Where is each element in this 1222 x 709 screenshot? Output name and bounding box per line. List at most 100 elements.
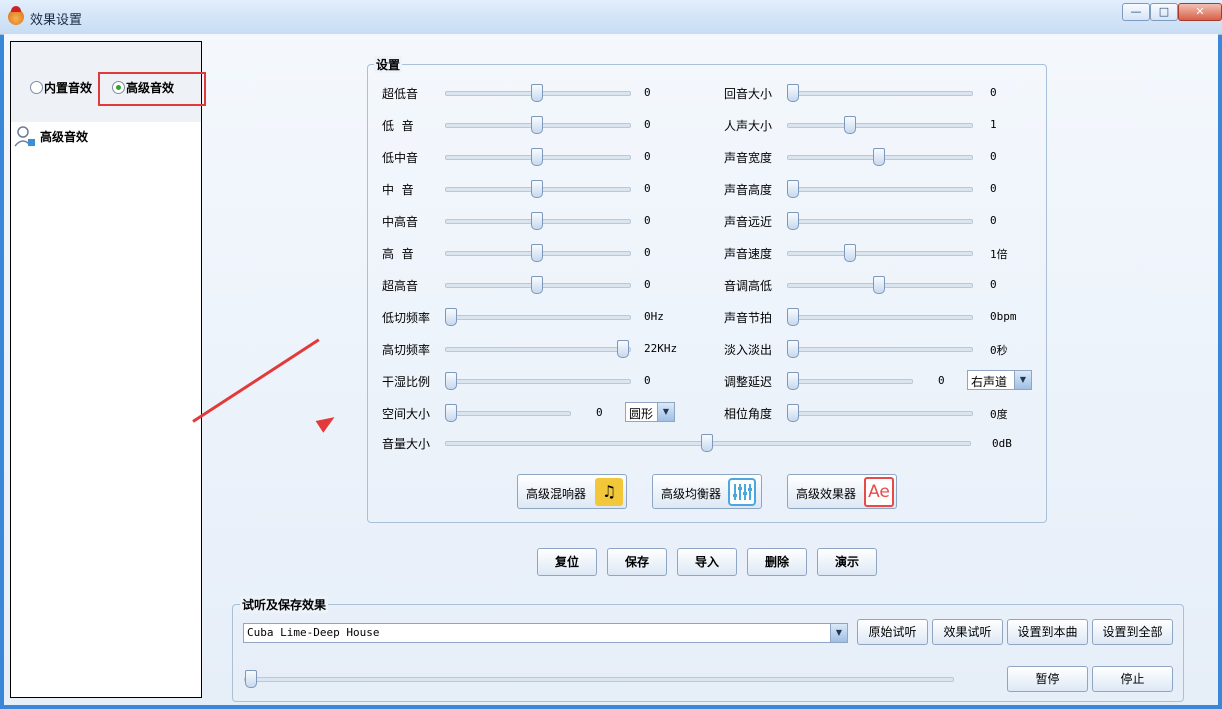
effect-preview-button[interactable]: 效果试听 xyxy=(932,619,1003,645)
right-slider-value: 0 xyxy=(990,214,997,227)
left-slider-thumb[interactable] xyxy=(531,180,543,198)
left-slider-label: 空间大小 xyxy=(382,407,431,421)
right-slider-track[interactable] xyxy=(787,411,973,416)
left-slider-thumb[interactable] xyxy=(531,244,543,262)
right-slider-value: 1 xyxy=(990,118,997,131)
right-slider-label: 音调高低 xyxy=(724,279,773,293)
apply-to-all-button[interactable]: 设置到全部 xyxy=(1092,619,1173,645)
song-select[interactable]: Cuba Lime-Deep House ▼ xyxy=(243,623,848,643)
settings-group xyxy=(367,64,1047,523)
volume-thumb[interactable] xyxy=(701,434,713,452)
left-slider-thumb[interactable] xyxy=(531,276,543,294)
close-button[interactable]: ✕ xyxy=(1178,3,1222,21)
pause-button[interactable]: 暂停 xyxy=(1007,666,1088,692)
equalizer-button[interactable]: 高级均衡器 xyxy=(652,474,762,509)
left-slider-label: 低切频率 xyxy=(382,311,431,325)
left-slider-thumb[interactable] xyxy=(531,116,543,134)
song-value: Cuba Lime-Deep House xyxy=(247,626,380,639)
reverb-button[interactable]: 高级混响器 ♫ xyxy=(517,474,627,509)
left-slider-thumb[interactable] xyxy=(445,308,457,326)
chevron-down-icon[interactable]: ▼ xyxy=(830,624,847,642)
effects-button[interactable]: 高级效果器 Ae xyxy=(787,474,897,509)
right-slider-thumb[interactable] xyxy=(843,116,856,134)
right-slider-track[interactable] xyxy=(787,251,973,256)
settings-group-title: 设置 xyxy=(374,56,403,73)
left-slider-thumb[interactable] xyxy=(531,212,543,230)
left-slider-value: 0 xyxy=(644,86,651,99)
channel-select[interactable]: 右声道 ▼ xyxy=(967,370,1032,390)
left-slider-thumb[interactable] xyxy=(531,84,543,102)
left-slider-value: 0 xyxy=(644,118,651,131)
apply-to-song-button[interactable]: 设置到本曲 xyxy=(1007,619,1088,645)
chevron-down-icon[interactable]: ▼ xyxy=(657,403,674,421)
right-slider-label: 声音远近 xyxy=(724,215,773,229)
left-slider-track[interactable] xyxy=(445,347,631,352)
right-slider-label: 回音大小 xyxy=(724,87,773,101)
right-slider-label: 调整延迟 xyxy=(724,375,773,389)
save-button[interactable]: 保存 xyxy=(607,548,667,576)
left-slider-value: 0 xyxy=(644,374,651,387)
equalizer-icon xyxy=(728,478,756,506)
right-slider-thumb[interactable] xyxy=(873,276,885,294)
volume-value: 0dB xyxy=(992,437,1012,450)
left-slider-label: 干湿比例 xyxy=(382,375,431,389)
radio-builtin[interactable] xyxy=(30,81,43,94)
left-slider-track[interactable] xyxy=(445,315,631,320)
right-slider-track[interactable] xyxy=(787,91,973,96)
right-slider-track[interactable] xyxy=(787,187,973,192)
left-slider-track[interactable] xyxy=(445,379,631,384)
left-panel: 内置音效 高级音效 高级音效 xyxy=(10,41,202,698)
right-slider-track[interactable] xyxy=(787,123,973,128)
minimize-button[interactable]: — xyxy=(1122,3,1150,21)
right-slider-thumb[interactable] xyxy=(787,404,799,422)
left-slider-thumb[interactable] xyxy=(617,340,629,358)
right-slider-thumb[interactable] xyxy=(787,308,799,326)
radio-builtin-label[interactable]: 内置音效 xyxy=(44,79,92,96)
right-slider-value: 0秒 xyxy=(990,344,1008,357)
right-slider-label: 淡入淡出 xyxy=(724,343,773,357)
right-slider-track[interactable] xyxy=(787,379,913,384)
playback-progress-track[interactable] xyxy=(244,677,954,682)
right-slider-thumb[interactable] xyxy=(787,212,799,230)
preview-group-title: 试听及保存效果 xyxy=(240,596,329,613)
effects-label: 高级效果器 xyxy=(796,487,857,501)
right-slider-thumb[interactable] xyxy=(873,148,885,166)
right-slider-track[interactable] xyxy=(787,219,973,224)
right-slider-value: 0 xyxy=(990,150,997,163)
left-slider-label: 超高音 xyxy=(382,279,419,293)
right-slider-value: 0 xyxy=(990,86,997,99)
chevron-down-icon[interactable]: ▼ xyxy=(1014,371,1031,389)
equalizer-label: 高级均衡器 xyxy=(661,487,722,501)
right-slider-thumb[interactable] xyxy=(787,340,799,358)
import-button[interactable]: 导入 xyxy=(677,548,737,576)
music-note-icon: ♫ xyxy=(595,478,623,506)
left-slider-track[interactable] xyxy=(445,411,571,416)
right-slider-thumb[interactable] xyxy=(787,180,799,198)
original-preview-button[interactable]: 原始试听 xyxy=(857,619,928,645)
left-slider-thumb[interactable] xyxy=(445,404,457,422)
stop-button[interactable]: 停止 xyxy=(1092,666,1173,692)
right-slider-track[interactable] xyxy=(787,315,973,320)
maximize-button[interactable]: □ xyxy=(1150,3,1178,21)
delete-button[interactable]: 删除 xyxy=(747,548,807,576)
left-slider-label: 高切频率 xyxy=(382,343,431,357)
left-slider-value: 0 xyxy=(596,406,603,419)
right-slider-value: 0 xyxy=(990,278,997,291)
playback-progress-thumb[interactable] xyxy=(245,670,257,688)
space-shape-value: 圆形 xyxy=(629,407,654,421)
left-slider-value: 0 xyxy=(644,150,651,163)
advanced-effects-item[interactable]: 高级音效 xyxy=(40,128,88,145)
reset-button[interactable]: 复位 xyxy=(537,548,597,576)
left-slider-label: 超低音 xyxy=(382,87,419,101)
demo-button[interactable]: 演示 xyxy=(817,548,877,576)
left-slider-thumb[interactable] xyxy=(445,372,457,390)
right-slider-label: 声音高度 xyxy=(724,183,773,197)
right-slider-value: 1倍 xyxy=(990,248,1008,261)
right-slider-thumb[interactable] xyxy=(787,84,799,102)
left-slider-thumb[interactable] xyxy=(531,148,543,166)
right-slider-thumb[interactable] xyxy=(843,244,856,262)
right-slider-track[interactable] xyxy=(787,347,973,352)
right-slider-thumb[interactable] xyxy=(787,372,799,390)
left-slider-value: 22KHz xyxy=(644,342,678,355)
space-shape-select[interactable]: 圆形 ▼ xyxy=(625,402,675,422)
